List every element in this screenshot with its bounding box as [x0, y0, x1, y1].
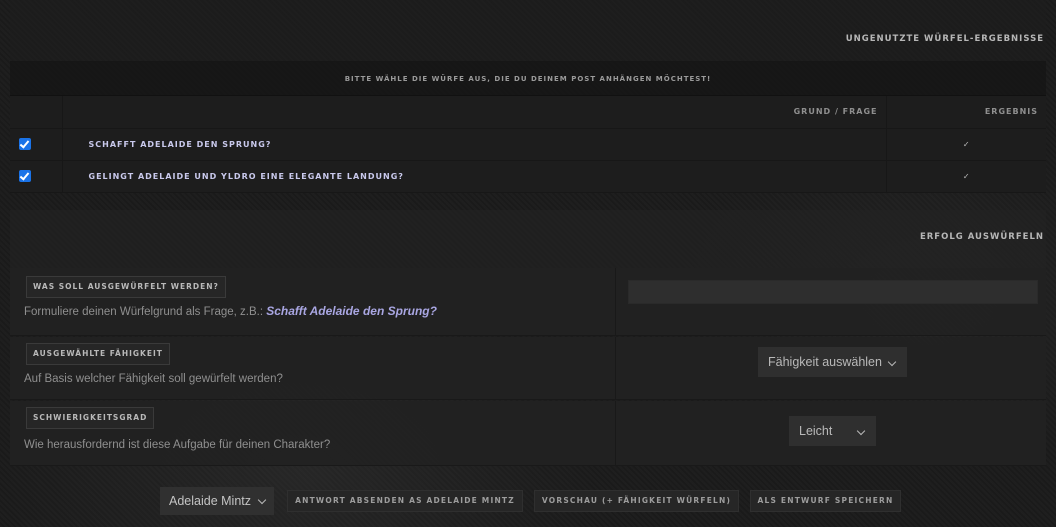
chevron-down-icon: [257, 495, 267, 505]
question-description-text: Formuliere deinen Würfelgrund als Frage,…: [24, 306, 264, 318]
difficulty-description: Wie herausfordernd ist diese Aufgabe für…: [24, 439, 331, 451]
column-header-reason: GRUND / FRAGE: [62, 96, 887, 129]
question-input[interactable]: [628, 280, 1038, 304]
ability-description: Auf Basis welcher Fähigkeit soll gewürfe…: [24, 373, 283, 385]
unused-dice-section: UNGENUTZTE WÜRFEL-ERGEBNISSE BITTE WÄHLE…: [10, 0, 1046, 210]
unused-dice-instruction: BITTE WÄHLE DIE WÜRFE AUS, DIE DU DEINEM…: [344, 75, 712, 83]
column-header-check: [10, 96, 63, 129]
dice-row-result: ✓: [886, 128, 1046, 161]
unused-dice-title: UNGENUTZTE WÜRFEL-ERGEBNISSE: [845, 34, 1044, 44]
dice-roll-title: ERFOLG AUSWÜRFELN: [919, 232, 1044, 242]
ability-select-value: Fähigkeit auswählen: [768, 355, 882, 369]
question-example: Schafft Adelaide den Sprung?: [266, 304, 437, 318]
preview-button[interactable]: VORSCHAU (+ FÄHIGKEIT WÜRFELN): [534, 490, 739, 512]
unused-dice-instruction-row: BITTE WÄHLE DIE WÜRFE AUS, DIE DU DEINEM…: [10, 62, 1046, 96]
ability-select-cell: Fähigkeit auswählen: [617, 337, 1046, 399]
dice-row-result: ✓: [886, 160, 1046, 193]
dice-row-checkbox-cell: [10, 160, 63, 193]
character-select-value: Adelaide Mintz: [169, 494, 251, 508]
character-select[interactable]: Adelaide Mintz: [160, 487, 274, 515]
column-header-result: ERGEBNIS: [886, 96, 1046, 129]
dice-row-reason: SCHAFFT ADELAIDE DEN SPRUNG?: [62, 128, 887, 161]
table-row: SCHAFFT ADELAIDE DEN SPRUNG? ✓: [10, 128, 1046, 161]
ability-label-cell: AUSGEWÄHLTE FÄHIGKEIT Auf Basis welcher …: [10, 337, 616, 399]
difficulty-select-value: Leicht: [799, 424, 833, 438]
ability-select[interactable]: Fähigkeit auswählen: [758, 347, 907, 377]
question-label: WAS SOLL AUSGEWÜRFELT WERDEN?: [26, 276, 226, 298]
post-toolbar: Adelaide Mintz ANTWORT ABSENDEN AS ADELA…: [0, 466, 1056, 527]
table-row: GELINGT ADELAIDE UND YLDRO EINE ELEGANTE…: [10, 160, 1046, 193]
chevron-down-icon: [887, 357, 897, 367]
difficulty-select-cell: Leicht: [617, 401, 1046, 465]
question-row: WAS SOLL AUSGEWÜRFELT WERDEN? Formuliere…: [10, 268, 1046, 336]
table-header-row: GRUND / FRAGE ERGEBNIS: [10, 96, 1046, 129]
difficulty-select[interactable]: Leicht: [789, 416, 876, 446]
question-label-cell: WAS SOLL AUSGEWÜRFELT WERDEN? Formuliere…: [10, 268, 616, 335]
question-input-cell: [617, 268, 1046, 335]
save-draft-button[interactable]: ALS ENTWURF SPEICHERN: [750, 490, 901, 512]
dice-roll-section: ERFOLG AUSWÜRFELN WAS SOLL AUSGEWÜRFELT …: [10, 210, 1046, 466]
dice-row-checkbox[interactable]: [18, 170, 31, 182]
question-description: Formuliere deinen Würfelgrund als Frage,…: [24, 304, 437, 318]
ability-row: AUSGEWÄHLTE FÄHIGKEIT Auf Basis welcher …: [10, 337, 1046, 400]
dice-row-checkbox-cell: [10, 128, 63, 161]
unused-dice-table: GRUND / FRAGE ERGEBNIS SCHAFFT ADELAIDE …: [10, 96, 1046, 193]
difficulty-row: SCHWIERIGKEITSGRAD Wie herausfordernd is…: [10, 401, 1046, 466]
dice-row-checkbox[interactable]: [18, 138, 31, 150]
chevron-down-icon: [856, 426, 866, 436]
dice-row-reason: GELINGT ADELAIDE UND YLDRO EINE ELEGANTE…: [62, 160, 887, 193]
difficulty-label: SCHWIERIGKEITSGRAD: [26, 407, 155, 429]
dice-roll-header: ERFOLG AUSWÜRFELN: [10, 210, 1046, 268]
submit-post-button[interactable]: ANTWORT ABSENDEN AS ADELAIDE MINTZ: [287, 490, 523, 512]
difficulty-label-cell: SCHWIERIGKEITSGRAD Wie herausfordernd is…: [10, 401, 616, 465]
ability-label: AUSGEWÄHLTE FÄHIGKEIT: [26, 343, 170, 365]
unused-dice-header: UNGENUTZTE WÜRFEL-ERGEBNISSE: [10, 0, 1046, 62]
